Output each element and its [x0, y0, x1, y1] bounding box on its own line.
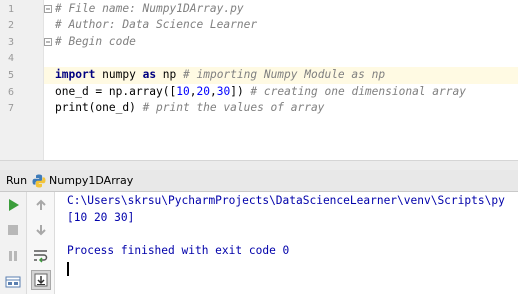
run-toolbar-secondary [27, 192, 55, 294]
line-number: 2 [7, 20, 14, 31]
code-text: one_d = np.array([ [55, 85, 177, 98]
fold-end-icon[interactable] [44, 38, 52, 46]
rerun-icon[interactable] [3, 195, 23, 215]
line-number: 5 [7, 70, 14, 81]
comment: # importing Numpy Module as np [183, 68, 386, 81]
code-line-5: import numpy as np # importing Numpy Mod… [55, 67, 385, 83]
code-editor[interactable]: 1 2 3 4 5 6 7 # File name: Numpy1DArray.… [0, 0, 518, 160]
stop-icon[interactable] [3, 220, 23, 240]
pause-icon[interactable] [3, 246, 23, 266]
scroll-to-end-icon[interactable] [31, 270, 51, 290]
keyword-as: as [142, 68, 157, 81]
code-line-3: # Begin code [55, 34, 136, 50]
restore-layout-icon[interactable] [3, 272, 23, 292]
comment: # creating one dimensional array [250, 85, 466, 98]
run-tab-label[interactable]: Run [6, 174, 27, 187]
console-output[interactable]: C:\Users\skrsu\PycharmProjects\DataScien… [62, 192, 518, 294]
module-name: numpy [95, 68, 143, 81]
line-number-gutter: 1 2 3 4 5 6 7 [0, 0, 44, 160]
run-configuration-name[interactable]: Numpy1DArray [49, 174, 133, 187]
code-text: , [209, 85, 217, 98]
console-program-output: [10 20 30] [67, 211, 135, 224]
run-window-body: C:\Users\skrsu\PycharmProjects\DataScien… [0, 192, 518, 294]
code-line-6: one_d = np.array([10,20,30]) # creating … [55, 84, 466, 100]
panel-splitter[interactable] [0, 160, 518, 170]
scroll-down-icon[interactable] [31, 220, 51, 240]
number-literal: 20 [196, 85, 210, 98]
console-exit-message: Process finished with exit code 0 [67, 244, 290, 257]
code-line-2: # Author: Data Science Learner [55, 17, 257, 33]
run-window-header: Run Numpy1DArray [0, 170, 518, 192]
number-literal: 10 [176, 85, 190, 98]
code-text: print(one_d) [55, 101, 143, 114]
number-literal: 30 [216, 85, 231, 98]
python-icon [31, 173, 47, 189]
line-number: 4 [7, 53, 14, 64]
comment: # File name: Numpy1DArray.py [55, 2, 244, 15]
line-number: 1 [7, 4, 14, 15]
comment: # print the values of array [142, 101, 325, 114]
alias-name: np [156, 68, 184, 81]
scroll-up-icon[interactable] [31, 195, 51, 215]
line-number: 7 [7, 103, 14, 114]
comment: # Begin code [55, 35, 136, 48]
code-text: ]) [230, 85, 251, 98]
console-caret [67, 260, 69, 277]
code-line-1: # File name: Numpy1DArray.py [55, 1, 244, 17]
soft-wrap-icon[interactable] [31, 246, 51, 266]
fold-start-icon[interactable] [44, 5, 52, 13]
line-number: 6 [7, 87, 14, 98]
keyword-import: import [55, 68, 96, 81]
line-number: 3 [7, 37, 14, 48]
code-line-7: print(one_d) # print the values of array [55, 100, 324, 116]
comment: # Author: Data Science Learner [55, 18, 258, 31]
run-toolbar-primary [0, 192, 27, 294]
console-command-line: C:\Users\skrsu\PycharmProjects\DataScien… [67, 194, 505, 207]
